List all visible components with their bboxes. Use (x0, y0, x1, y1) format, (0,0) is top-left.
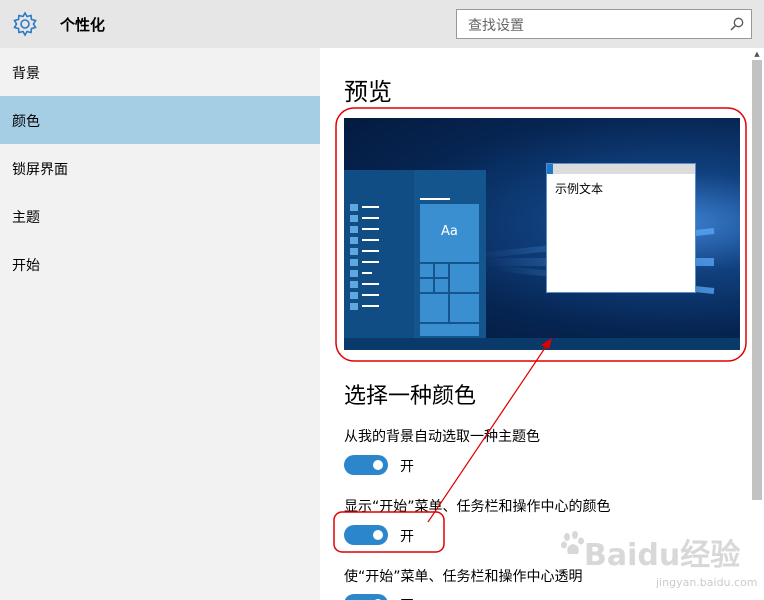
show-color-label: 显示“开始”菜单、任务栏和操作中心的颜色 (344, 499, 611, 515)
sidebar-item-colors[interactable]: 颜色 (0, 96, 320, 144)
sidebar-item-themes[interactable]: 主题 (0, 192, 320, 240)
app-list-line (362, 261, 379, 263)
app-list-line (362, 228, 379, 230)
choose-color-heading: 选择一种颜色 (344, 384, 477, 409)
paw-icon (561, 531, 584, 554)
preview-app-list (344, 170, 414, 338)
app-list-icon (350, 204, 358, 211)
preview-window: 示例文本 (546, 163, 696, 293)
preview-tile (420, 324, 479, 336)
toggle-knob (373, 460, 383, 470)
gear-icon[interactable] (12, 11, 38, 37)
tile-label: Aa (441, 224, 458, 239)
transparency-label: 使“开始”菜单、任务栏和操作中心透明 (344, 569, 583, 585)
show-color-state: 开 (400, 529, 414, 545)
app-list-line (362, 294, 379, 296)
preview-tile (450, 264, 479, 292)
sidebar-item-label: 主题 (12, 210, 40, 226)
auto-accent-label: 从我的背景自动选取一种主题色 (344, 429, 540, 445)
preview-tile (435, 264, 448, 277)
sidebar-item-label: 锁屏界面 (12, 162, 68, 178)
sidebar-item-label: 颜色 (12, 114, 40, 130)
scroll-up-arrow-icon[interactable]: ▲ (752, 50, 762, 58)
page-title: 个性化 (60, 16, 106, 34)
sidebar: 背景 颜色 锁屏界面 主题 开始 (0, 48, 320, 600)
toggle-knob (373, 530, 383, 540)
sidebar-item-background[interactable]: 背景 (0, 48, 320, 96)
app-list-line (362, 206, 379, 208)
preview-tile (435, 279, 448, 292)
app-list-line (362, 283, 379, 285)
app-list-icon (350, 248, 358, 255)
scrollbar-thumb[interactable] (752, 60, 762, 500)
auto-accent-toggle[interactable] (344, 455, 388, 475)
app-list-icon (350, 281, 358, 288)
preview-tile (420, 279, 433, 292)
app-list-icon (350, 303, 358, 310)
sample-text: 示例文本 (555, 182, 604, 196)
app-list-line (362, 217, 379, 219)
settings-window: 个性化 查找设置 背景 颜色 锁屏界面 主题 开始 ▲ 预览 Aa 示例文本 选… (0, 0, 764, 600)
watermark-url: jingyan.baidu.com (656, 576, 758, 589)
app-list-line (362, 305, 379, 307)
preview-tile (420, 294, 448, 322)
transparency-toggle[interactable] (344, 594, 388, 600)
preview-tile (450, 294, 479, 322)
auto-accent-state: 开 (400, 459, 414, 475)
sidebar-item-label: 开始 (12, 258, 40, 274)
transparency-state: 开 (400, 595, 414, 600)
sidebar-item-label: 背景 (12, 66, 40, 82)
app-list-icon (350, 237, 358, 244)
app-list-line (362, 239, 379, 241)
preview-taskbar (344, 338, 740, 350)
sidebar-item-lock-screen[interactable]: 锁屏界面 (0, 144, 320, 192)
app-list-icon (350, 226, 358, 233)
app-list-icon (350, 270, 358, 277)
search-input[interactable]: 查找设置 (456, 9, 752, 39)
preview-heading: 预览 (344, 78, 392, 106)
header-bar: 个性化 查找设置 (0, 0, 764, 48)
app-list-line (362, 272, 372, 274)
preview-tile (420, 264, 433, 277)
watermark: Baidu经验 jingyan.baidu.com (560, 516, 760, 600)
search-icon[interactable] (729, 16, 745, 32)
preview-tile-large: Aa (420, 204, 479, 262)
app-list-icon (350, 259, 358, 266)
tile-group-header (420, 198, 450, 200)
desktop-preview: Aa 示例文本 (344, 118, 740, 350)
watermark-brand: Baidu经验 (584, 538, 741, 573)
app-list-icon (350, 292, 358, 299)
app-list-icon (350, 215, 358, 222)
sidebar-item-start[interactable]: 开始 (0, 240, 320, 288)
app-list-line (362, 250, 379, 252)
search-placeholder: 查找设置 (468, 18, 524, 34)
show-color-toggle[interactable] (344, 525, 388, 545)
preview-window-titlebar (547, 164, 695, 174)
